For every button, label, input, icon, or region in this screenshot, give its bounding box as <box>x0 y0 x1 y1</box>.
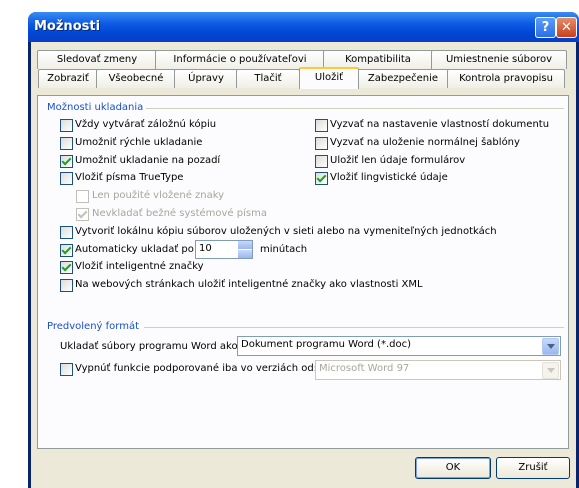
smart-tags-checkbox[interactable] <box>60 261 73 274</box>
dialog-title: Možnosti <box>34 19 101 34</box>
cancel-button[interactable]: Zrušiť <box>496 457 570 479</box>
dialog-client-area: Sledovať zmeny Informácie o používateľov… <box>31 42 576 488</box>
no-system-fonts-label: Nevkladať bežné systémové písma <box>92 208 267 219</box>
background-save-label: Umožniť ukladanie na pozadí <box>75 155 221 166</box>
no-system-fonts-checkbox <box>76 208 89 221</box>
autosave-minutes-value: 10 <box>199 243 212 254</box>
autosave-label: Automaticky ukladať po: <box>75 244 198 255</box>
used-chars-only-checkbox <box>76 190 89 203</box>
save-as-format-select[interactable]: Dokument programu Word (*.doc) <box>237 336 561 356</box>
tab-zabezpecenie[interactable]: Zabezpečenie <box>357 69 449 88</box>
tab-umiestnenie-suborov[interactable]: Umiestnenie súborov <box>431 50 567 69</box>
prompt-normal-template-checkbox[interactable] <box>315 137 328 150</box>
always-backup-checkbox[interactable] <box>60 119 73 132</box>
save-form-data-checkbox[interactable] <box>315 155 328 168</box>
version-select: Microsoft Word 97 <box>315 360 561 380</box>
xml-smart-tags-checkbox[interactable] <box>60 279 73 292</box>
xml-smart-tags-label: Na webových stránkach uložiť inteligentn… <box>75 279 423 290</box>
embed-truetype-label: Vložiť písma TrueType <box>75 172 184 183</box>
default-format-group-label: Predvolený formát <box>47 321 140 332</box>
tab-kontrola-pravopisu[interactable]: Kontrola pravopisu <box>447 69 565 88</box>
save-as-label: Ukladať súbory programu Word ako: <box>60 341 241 352</box>
tab-tlacit[interactable]: Tlačiť <box>236 69 300 88</box>
title-bar: Možnosti ? ✕ <box>28 12 579 42</box>
local-copy-label: Vytvoriť lokálnu kópiu súborov uložených… <box>75 226 497 237</box>
save-tab-panel: Možnosti ukladania Vždy vytvárať záložnú… <box>37 95 569 449</box>
background-save-checkbox[interactable] <box>60 155 73 168</box>
fast-save-checkbox[interactable] <box>60 137 73 150</box>
smart-tags-label: Vložiť inteligentné značky <box>75 261 204 272</box>
chevron-down-icon <box>542 362 559 379</box>
save-as-format-value: Dokument programu Word (*.doc) <box>241 339 411 350</box>
prompt-doc-properties-label: Vyzvať na nastavenie vlastností dokument… <box>330 119 550 130</box>
tab-ulozit[interactable]: Uložiť <box>299 67 359 89</box>
save-options-group-label: Možnosti ukladania <box>47 102 144 113</box>
autosave-checkbox[interactable] <box>60 244 73 257</box>
save-form-data-label: Uložiť len údaje formulárov <box>330 155 466 166</box>
help-button[interactable]: ? <box>535 17 556 38</box>
tab-sledovat-zmeny[interactable]: Sledovať zmeny <box>37 50 157 69</box>
chevron-down-icon[interactable] <box>542 338 559 355</box>
fast-save-label: Umožniť rýchle ukladanie <box>75 137 203 148</box>
local-copy-checkbox[interactable] <box>60 226 73 239</box>
embed-linguistic-checkbox[interactable] <box>315 172 328 185</box>
spinner-down-icon[interactable] <box>238 250 252 258</box>
autosave-unit-label: minútach <box>260 244 308 255</box>
tab-zobrazit[interactable]: Zobraziť <box>38 69 98 88</box>
prompt-normal-template-label: Vyzvať na uloženie normálnej šablóny <box>330 137 520 148</box>
embed-linguistic-label: Vložiť lingvistické údaje <box>330 172 448 183</box>
dialog-window: Možnosti ? ✕ Sledovať zmeny Informácie o… <box>28 12 579 488</box>
tab-upravy[interactable]: Úpravy <box>174 69 238 88</box>
tab-vseobecne[interactable]: Všeobecné <box>96 69 176 88</box>
spinner-up-icon[interactable] <box>238 241 252 250</box>
version-value: Microsoft Word 97 <box>319 363 410 374</box>
embed-truetype-checkbox[interactable] <box>60 172 73 185</box>
ok-button[interactable]: OK <box>415 457 491 479</box>
group-divider <box>146 108 564 109</box>
disable-features-checkbox[interactable] <box>60 363 73 376</box>
used-chars-only-label: Len použité vložené znaky <box>92 190 225 201</box>
close-button[interactable]: ✕ <box>556 17 577 38</box>
disable-features-label: Vypnúť funkcie podporované iba vo verziá… <box>75 363 318 374</box>
prompt-doc-properties-checkbox[interactable] <box>315 119 328 132</box>
always-backup-label: Vždy vytvárať záložnú kópiu <box>75 119 217 130</box>
group-divider <box>144 327 564 328</box>
autosave-minutes-spinner[interactable]: 10 <box>195 240 253 259</box>
